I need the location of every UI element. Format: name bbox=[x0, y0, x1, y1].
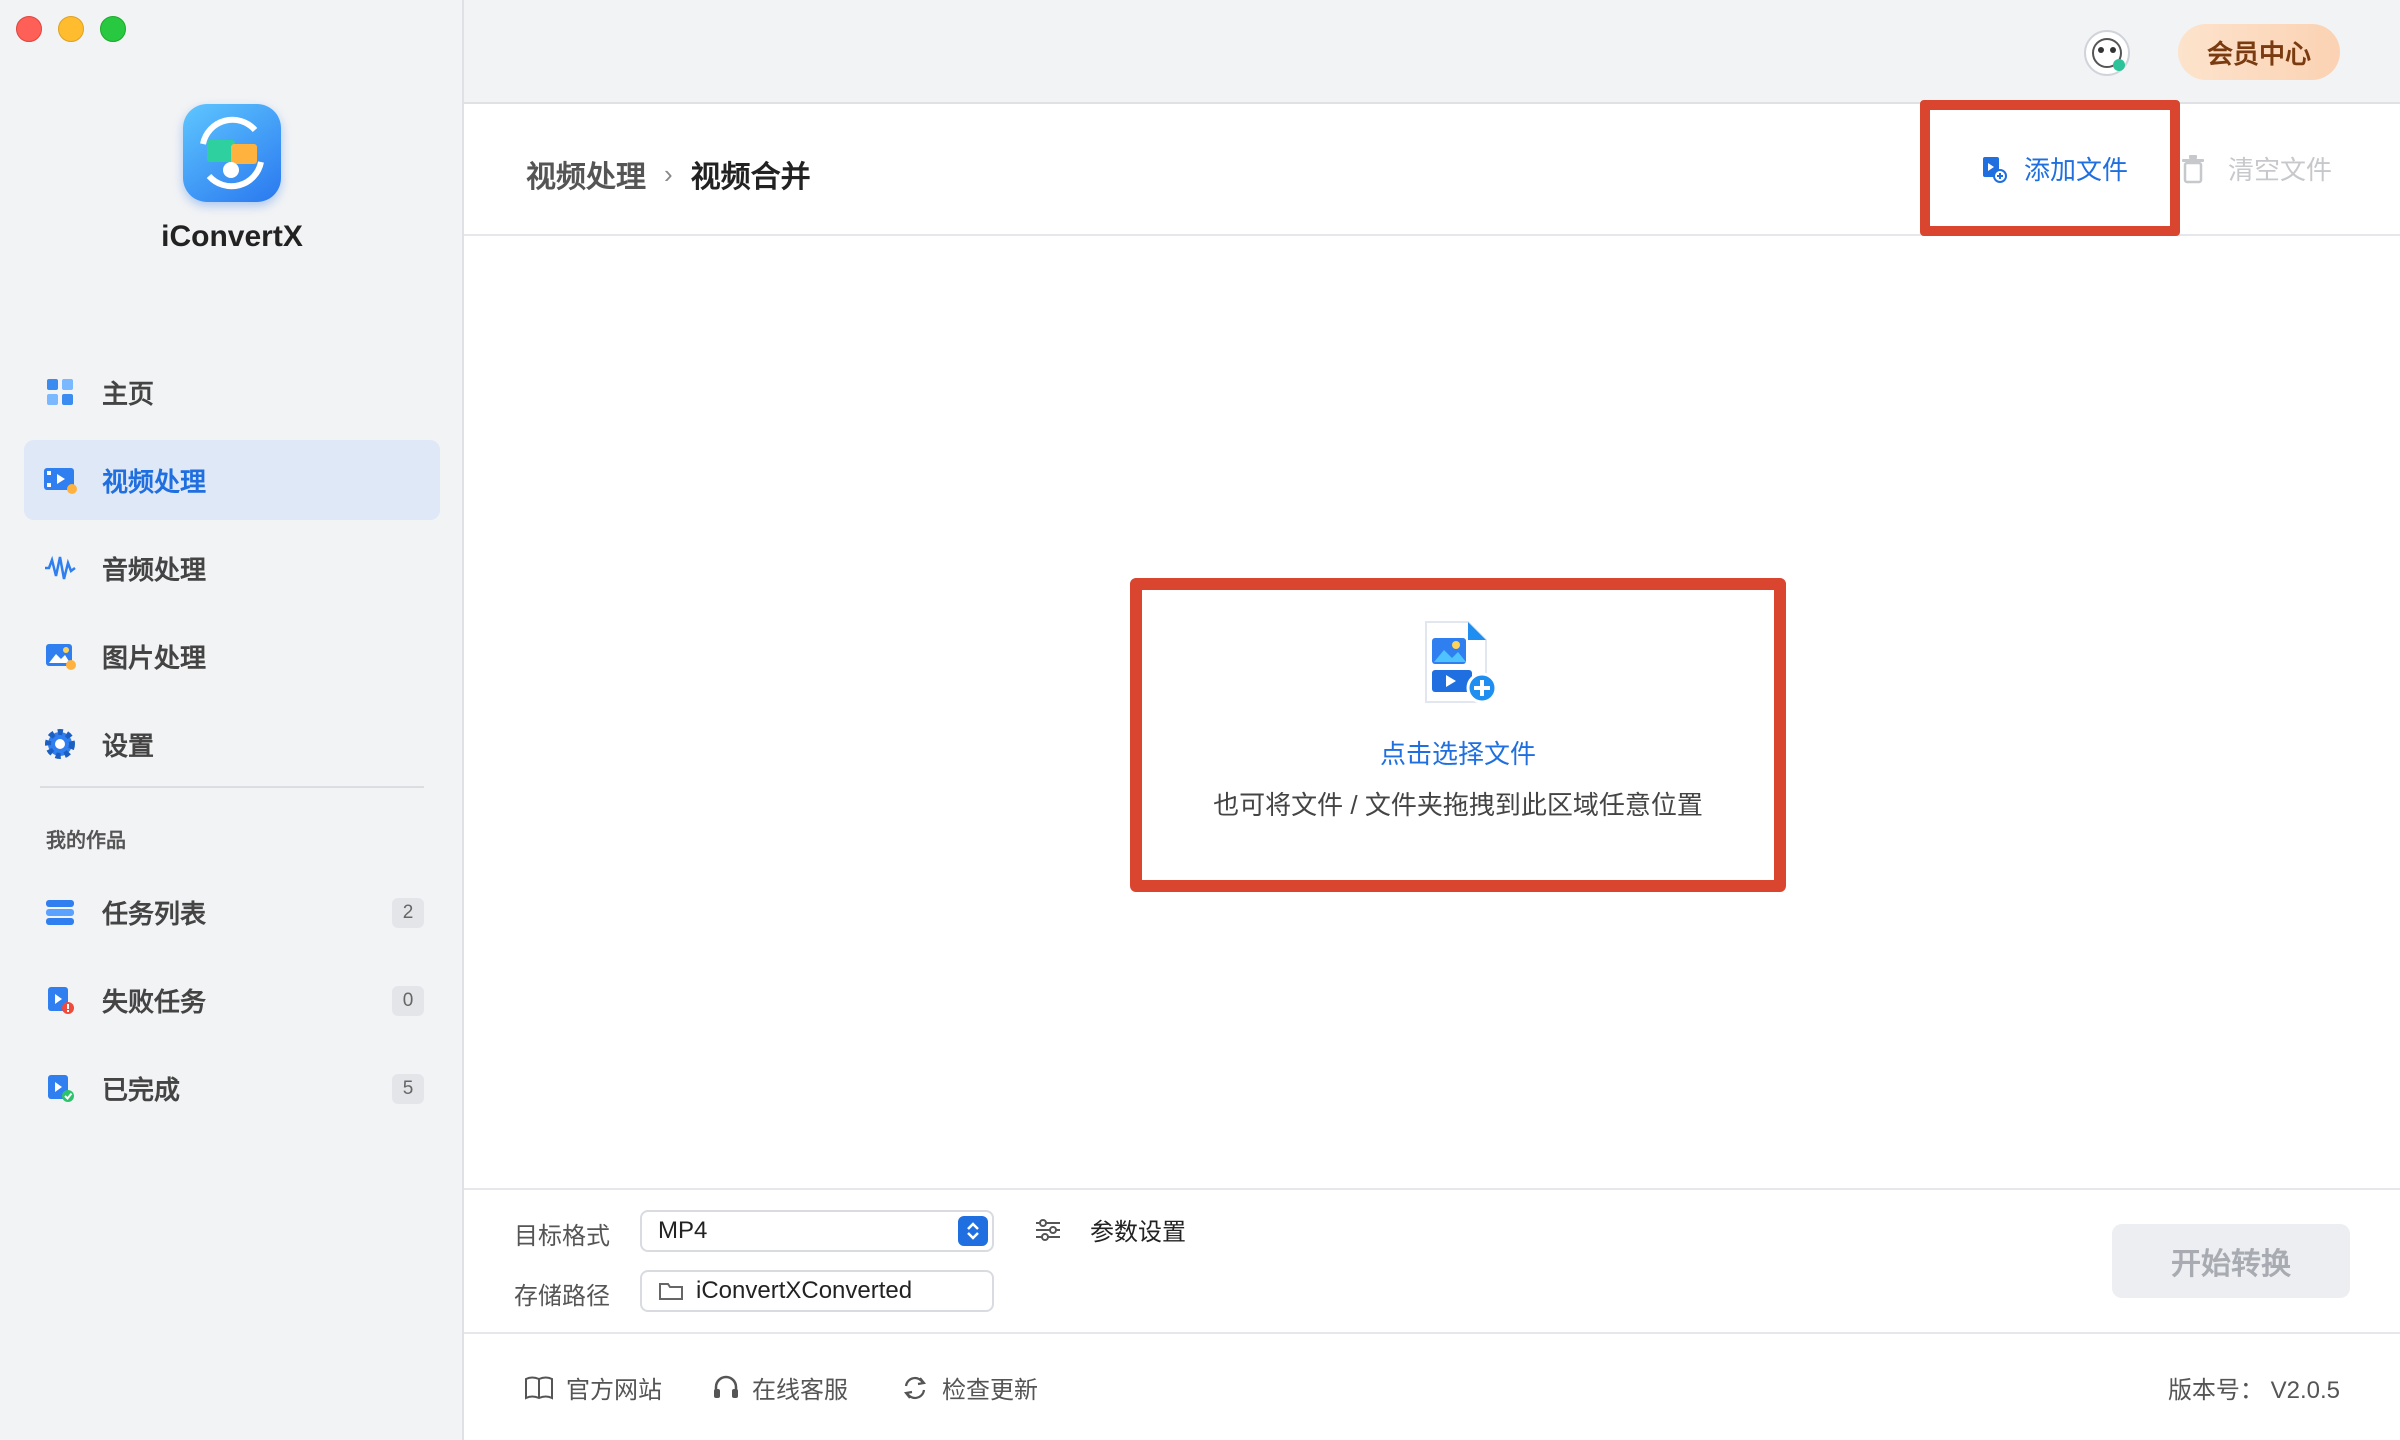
select-file-link[interactable]: 点击选择文件 bbox=[1142, 734, 1774, 771]
check-update-link[interactable]: 检查更新 bbox=[900, 1370, 1038, 1405]
main-nav: 主页 视频处理 音频处理 图片处理 设置 bbox=[24, 352, 440, 792]
page-title: 视频合并 bbox=[690, 161, 811, 194]
file-drop-zone[interactable]: 点击选择文件 也可将文件 / 文件夹拖拽到此区域任意位置 bbox=[1130, 578, 1786, 892]
sidebar-item-label: 主页 bbox=[102, 378, 155, 409]
folder-icon bbox=[658, 1280, 684, 1302]
check-update-label: 检查更新 bbox=[942, 1377, 1038, 1404]
audio-wave-icon bbox=[42, 550, 78, 586]
footer: 官方网站 在线客服 检查更新 版本号： V2.0.5 bbox=[464, 1334, 2400, 1440]
sliders-icon bbox=[1034, 1218, 1062, 1242]
breadcrumb-separator: › bbox=[664, 158, 673, 189]
sidebar-item-settings[interactable]: 设置 bbox=[24, 704, 440, 784]
sidebar-item-failed-tasks[interactable]: 失败任务 0 bbox=[24, 960, 440, 1040]
output-settings-bar: 目标格式 MP4 存储路径 iConvertXConverted 参数设置 开始… bbox=[464, 1188, 2400, 1334]
sidebar-item-image[interactable]: 图片处理 bbox=[24, 616, 440, 696]
target-format-value: MP4 bbox=[658, 1217, 708, 1244]
sidebar-item-label: 图片处理 bbox=[102, 642, 207, 673]
refresh-icon bbox=[903, 1376, 927, 1399]
user-avatar[interactable] bbox=[2084, 30, 2130, 76]
save-path-field[interactable]: iConvertXConverted bbox=[640, 1270, 994, 1312]
app-name: iConvertX bbox=[161, 220, 303, 253]
window-controls bbox=[16, 16, 126, 42]
my-works-heading: 我的作品 bbox=[46, 830, 126, 852]
chevron-updown-icon bbox=[958, 1216, 988, 1246]
member-center-button[interactable]: 会员中心 bbox=[2178, 24, 2340, 80]
sidebar-item-label: 音频处理 bbox=[102, 554, 207, 585]
breadcrumb: 视频处理 › 视频合并 bbox=[526, 152, 811, 196]
trash-icon bbox=[2180, 154, 2206, 184]
version-text: 版本号： V2.0.5 bbox=[2167, 1377, 2340, 1404]
start-conversion-button[interactable]: 开始转换 bbox=[2112, 1224, 2350, 1298]
task-list-icon bbox=[42, 894, 78, 930]
drop-hint: 也可将文件 / 文件夹拖拽到此区域任意位置 bbox=[1213, 790, 1703, 820]
count-badge: 2 bbox=[392, 898, 424, 928]
save-path-value: iConvertXConverted bbox=[696, 1277, 913, 1304]
image-icon bbox=[42, 638, 78, 674]
save-path-label: 存储路径 bbox=[514, 1283, 610, 1310]
sidebar-item-video[interactable]: 视频处理 bbox=[24, 440, 440, 520]
parameter-settings-button[interactable]: 参数设置 bbox=[1034, 1212, 1186, 1247]
maximize-window-button[interactable] bbox=[100, 16, 126, 42]
clear-file-label: 清空文件 bbox=[2228, 155, 2333, 185]
count-badge: 0 bbox=[392, 986, 424, 1016]
book-icon bbox=[525, 1376, 553, 1400]
sidebar: iConvertX 主页 视频处理 音频处理 图片处理 设置 我的作品 任务列表… bbox=[0, 0, 464, 1440]
failed-task-icon bbox=[42, 982, 78, 1018]
title-bar: 会员中心 bbox=[464, 0, 2400, 104]
target-format-select[interactable]: MP4 bbox=[640, 1210, 994, 1252]
online-support-link[interactable]: 在线客服 bbox=[712, 1370, 848, 1405]
my-works-list: 任务列表 2 失败任务 0 已完成 5 bbox=[24, 872, 440, 1136]
sidebar-item-label: 失败任务 bbox=[102, 986, 207, 1017]
home-grid-icon bbox=[42, 374, 78, 410]
sidebar-item-home[interactable]: 主页 bbox=[24, 352, 440, 432]
sidebar-item-label: 视频处理 bbox=[102, 466, 207, 497]
sidebar-item-completed[interactable]: 已完成 5 bbox=[24, 1048, 440, 1128]
close-window-button[interactable] bbox=[16, 16, 42, 42]
video-icon bbox=[42, 462, 78, 498]
parameter-settings-label: 参数设置 bbox=[1090, 1219, 1186, 1246]
official-website-link[interactable]: 官方网站 bbox=[524, 1370, 662, 1405]
highlight-box-add-file bbox=[1920, 100, 2180, 236]
online-support-label: 在线客服 bbox=[752, 1377, 848, 1404]
sidebar-item-label: 设置 bbox=[102, 730, 155, 761]
minimize-window-button[interactable] bbox=[58, 16, 84, 42]
breadcrumb-parent[interactable]: 视频处理 bbox=[526, 152, 646, 196]
sidebar-divider bbox=[40, 786, 424, 788]
clear-files-button[interactable]: 清空文件 bbox=[2180, 150, 2332, 187]
sidebar-item-task-list[interactable]: 任务列表 2 bbox=[24, 872, 440, 952]
completed-task-icon bbox=[42, 1070, 78, 1106]
app-branding: iConvertX bbox=[0, 104, 464, 254]
sidebar-item-audio[interactable]: 音频处理 bbox=[24, 528, 440, 608]
app-logo-icon bbox=[183, 104, 281, 202]
gear-icon bbox=[42, 726, 78, 762]
target-format-label: 目标格式 bbox=[514, 1223, 610, 1250]
count-badge: 5 bbox=[392, 1074, 424, 1104]
sidebar-item-label: 任务列表 bbox=[102, 898, 207, 929]
sidebar-item-label: 已完成 bbox=[102, 1074, 181, 1105]
official-website-label: 官方网站 bbox=[566, 1377, 662, 1404]
headset-icon bbox=[714, 1375, 738, 1398]
add-media-file-icon bbox=[1410, 616, 1506, 712]
